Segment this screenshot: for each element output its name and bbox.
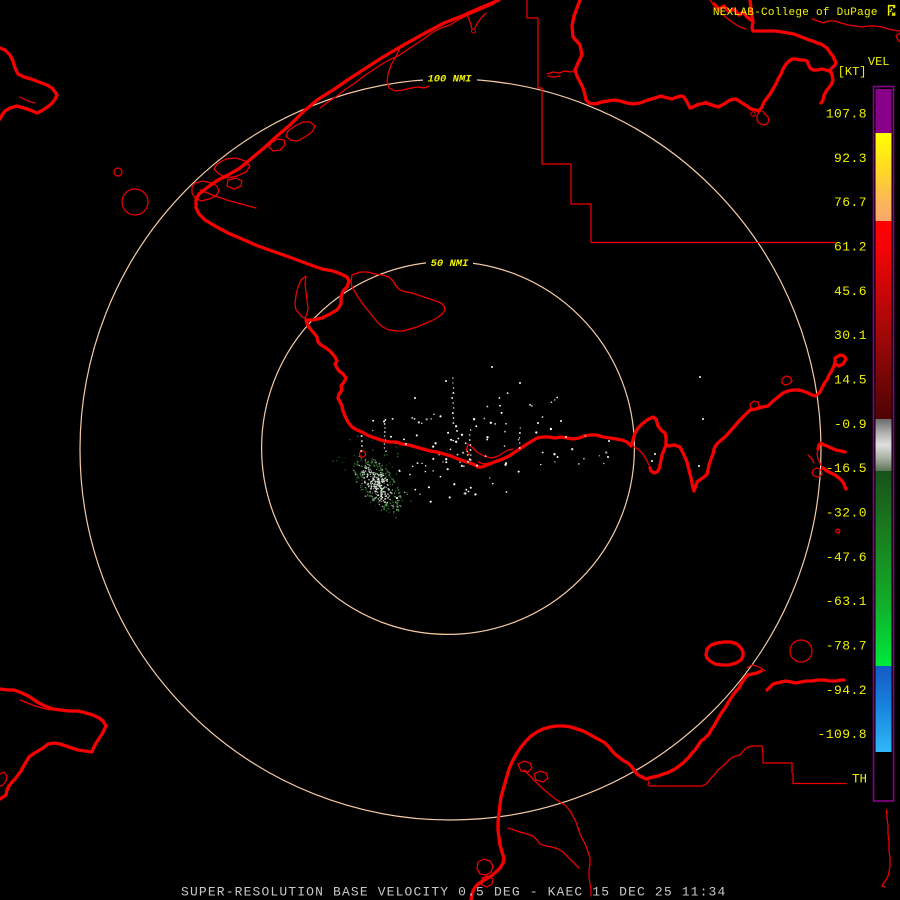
svg-text:92.3: 92.3 (834, 151, 867, 166)
svg-text:-94.2: -94.2 (826, 683, 867, 698)
svg-text:61.2: 61.2 (834, 240, 867, 255)
svg-text:45.6: 45.6 (834, 284, 867, 299)
svg-text:107.8: 107.8 (826, 107, 867, 122)
svg-text:50 NMI: 50 NMI (431, 258, 470, 270)
svg-text:-78.7: -78.7 (826, 639, 867, 654)
svg-text:-32.0: -32.0 (826, 506, 867, 521)
svg-text:-109.8: -109.8 (817, 727, 867, 742)
svg-text:NEXLAB-College of DuPage: NEXLAB-College of DuPage (713, 7, 878, 19)
svg-text:SUPER-RESOLUTION BASE VELOCITY: SUPER-RESOLUTION BASE VELOCITY 0.5 DEG -… (181, 885, 726, 900)
svg-text:14.5: 14.5 (834, 373, 867, 388)
svg-text:VEL: VEL (868, 55, 890, 69)
svg-text:30.1: 30.1 (834, 328, 867, 343)
svg-text:-16.5: -16.5 (826, 461, 867, 476)
svg-text:[KT]: [KT] (838, 65, 867, 79)
svg-text:-63.1: -63.1 (826, 594, 867, 609)
svg-text:-0.9: -0.9 (834, 417, 867, 432)
svg-text:76.7: 76.7 (834, 195, 867, 210)
svg-text:-47.6: -47.6 (826, 550, 867, 565)
svg-text:100 NMI: 100 NMI (427, 74, 472, 86)
svg-text:TH: TH (852, 773, 867, 787)
